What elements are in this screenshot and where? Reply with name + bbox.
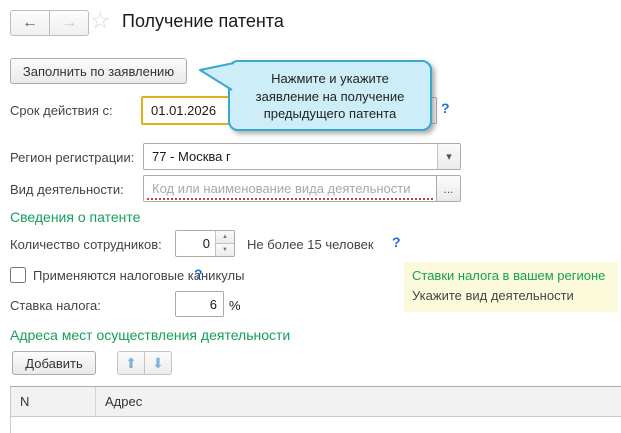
- tax-rate-label: Ставка налога:: [10, 298, 101, 313]
- column-header-number[interactable]: N: [11, 387, 96, 416]
- employees-stepper[interactable]: 0 ▲ ▼: [175, 230, 235, 257]
- addresses-table-body[interactable]: [10, 417, 621, 433]
- forward-arrow-icon: →: [61, 14, 77, 32]
- callout-line-3: предыдущего патента: [230, 105, 430, 123]
- favorite-star-icon[interactable]: ☆: [90, 7, 111, 34]
- tax-holidays-checkbox[interactable]: [10, 267, 26, 283]
- section-patent-info: Сведения о патенте: [10, 209, 140, 225]
- activity-placeholder: Код или наименование вида деятельности: [144, 176, 436, 196]
- region-value: 77 - Москва г: [144, 144, 460, 164]
- callout-line-1: Нажмите и укажите: [230, 70, 430, 88]
- activity-input[interactable]: Код или наименование вида деятельности: [143, 175, 437, 202]
- ellipsis-icon: ...: [443, 182, 453, 196]
- addresses-table: N Адрес: [10, 386, 621, 433]
- column-header-address[interactable]: Адрес: [96, 387, 621, 416]
- tax-holidays-help-icon[interactable]: ?: [194, 266, 203, 282]
- valid-from-field[interactable]: 01.01.2026: [141, 96, 237, 125]
- move-up-button[interactable]: ⬆: [117, 351, 145, 375]
- activity-picker-button[interactable]: ...: [436, 175, 461, 202]
- employees-hint: Не более 15 человек: [247, 237, 374, 252]
- back-arrow-icon: ←: [22, 14, 38, 32]
- region-combobox[interactable]: 77 - Москва г ▾: [143, 143, 461, 170]
- patent-form-window: ← → ☆ Получение патента Заполнить по зая…: [0, 0, 621, 433]
- region-rates-hint: Укажите вид деятельности: [412, 288, 610, 303]
- tax-rate-field[interactable]: 6: [175, 291, 224, 317]
- tax-rate-suffix: %: [229, 298, 241, 313]
- spin-down-icon[interactable]: ▼: [216, 244, 234, 256]
- employees-spinner[interactable]: ▲ ▼: [215, 231, 234, 256]
- region-rates-panel: Ставки налога в вашем регионе Укажите ви…: [404, 262, 618, 312]
- fill-from-application-button[interactable]: Заполнить по заявлению: [10, 58, 187, 84]
- employees-value: 0: [176, 231, 215, 251]
- region-dropdown-button[interactable]: ▾: [437, 144, 460, 169]
- chevron-down-icon: ▾: [446, 150, 452, 163]
- spin-up-icon[interactable]: ▲: [216, 231, 234, 244]
- move-up-icon: ⬆: [125, 355, 137, 372]
- valid-from-value: 01.01.2026: [143, 98, 235, 118]
- valid-from-help-icon[interactable]: ?: [441, 100, 450, 116]
- tax-rate-value: 6: [176, 292, 223, 312]
- back-button[interactable]: ←: [10, 10, 50, 36]
- hint-callout: Нажмите и укажите заявление на получение…: [228, 60, 432, 131]
- move-down-button[interactable]: ⬇: [144, 351, 172, 375]
- activity-label: Вид деятельности:: [10, 182, 124, 197]
- callout-tail-icon: [199, 61, 235, 95]
- region-label: Регион регистрации:: [10, 150, 134, 165]
- callout-line-2: заявление на получение: [230, 88, 430, 106]
- add-address-button[interactable]: Добавить: [12, 351, 96, 375]
- employees-label: Количество сотрудников:: [10, 237, 162, 252]
- region-rates-link[interactable]: Ставки налога в вашем регионе: [412, 268, 610, 283]
- forward-button[interactable]: →: [49, 10, 89, 36]
- required-field-underline: [147, 198, 433, 200]
- addresses-table-header: N Адрес: [10, 386, 621, 417]
- tax-holidays-label: Применяются налоговые каникулы: [33, 268, 244, 283]
- section-addresses: Адреса мест осуществления деятельности: [10, 327, 290, 343]
- employees-help-icon[interactable]: ?: [392, 234, 401, 250]
- page-title: Получение патента: [122, 11, 284, 32]
- move-down-icon: ⬇: [152, 355, 164, 372]
- valid-from-label: Срок действия с:: [10, 103, 113, 118]
